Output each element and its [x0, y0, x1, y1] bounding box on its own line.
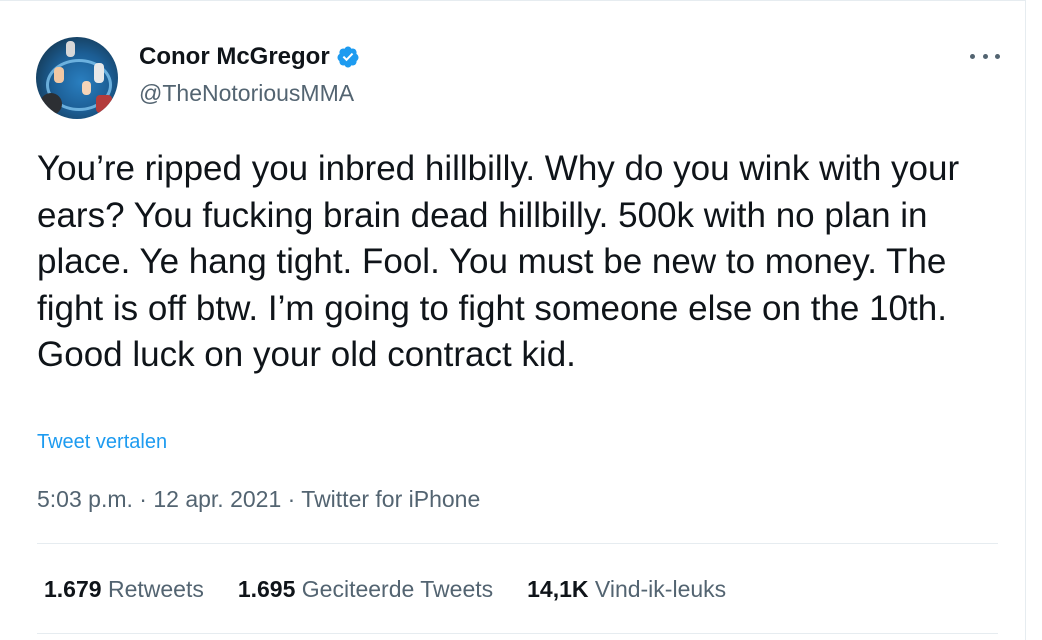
tweet-time[interactable]: 5:03 p.m. [37, 486, 133, 512]
quote-tweets-label: Geciteerde Tweets [301, 576, 494, 602]
author-name-row: Conor McGregor [139, 43, 360, 71]
retweets-count: 1.679 [44, 576, 102, 602]
avatar-figure [66, 41, 75, 57]
tweet-card: Conor McGregor @TheNotoriousMMA You’re r… [0, 0, 1026, 640]
more-options-icon[interactable] [970, 45, 1000, 67]
likes-label: Vind-ik-leuks [594, 576, 727, 602]
avatar-figure [94, 63, 104, 83]
meta-separator: · [287, 486, 296, 512]
tweet-date[interactable]: 12 apr. 2021 [153, 486, 281, 512]
divider [37, 633, 998, 634]
quote-tweets-stat[interactable]: 1.695 Geciteerde Tweets [238, 576, 493, 603]
quote-tweets-count: 1.695 [237, 576, 296, 602]
dot [982, 53, 988, 59]
meta-separator: · [139, 486, 147, 512]
retweets-label: Retweets [107, 576, 204, 602]
avatar-figure [96, 95, 112, 113]
tweet-meta: 5:03 p.m. · 12 apr. 2021 · Twitter for i… [37, 486, 480, 513]
retweets-stat[interactable]: 1.679 Retweets [44, 576, 204, 603]
dot [970, 53, 975, 59]
author-handle[interactable]: @TheNotoriousMMA [139, 80, 354, 107]
dot [995, 53, 1000, 59]
author-display-name[interactable]: Conor McGregor [139, 43, 330, 71]
likes-stat[interactable]: 14,1K Vind-ik-leuks [527, 576, 726, 603]
tweet-text: You’re ripped you inbred hillbilly. Why … [37, 149, 960, 374]
translate-tweet-link[interactable]: Tweet vertalen [37, 431, 167, 454]
avatar[interactable] [36, 37, 118, 119]
tweet-source[interactable]: Twitter for iPhone [301, 486, 480, 512]
likes-count: 14,1K [527, 576, 589, 602]
avatar-figure [40, 93, 62, 115]
avatar-figure [82, 81, 91, 95]
tweet-stats: 1.679 Retweets 1.695 Geciteerde Tweets 1… [44, 576, 726, 603]
avatar-figure [54, 67, 64, 83]
verified-badge-icon [337, 46, 359, 68]
divider [37, 543, 998, 544]
